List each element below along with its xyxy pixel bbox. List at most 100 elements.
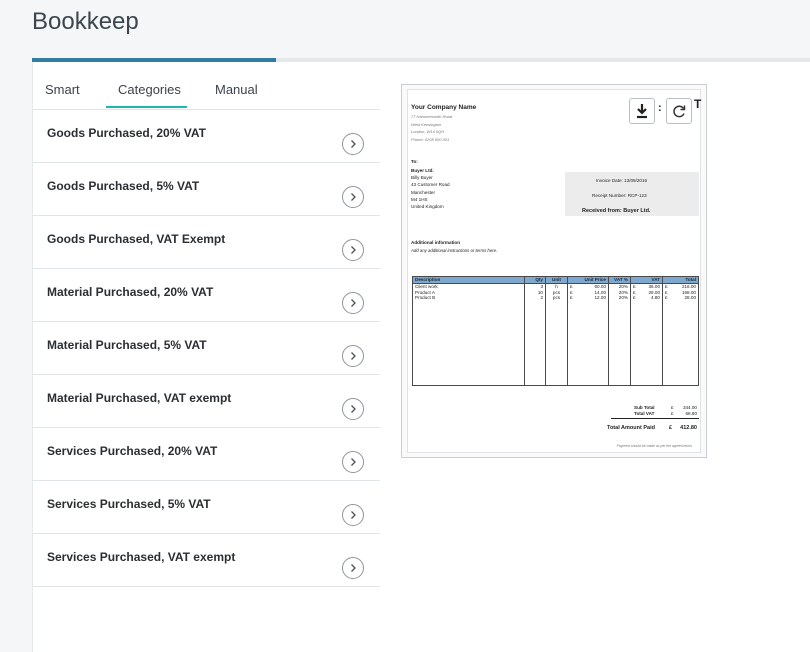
category-select-button[interactable] — [342, 186, 364, 208]
cell-value: 12.00 — [594, 295, 607, 300]
chevron-right-icon — [351, 511, 356, 519]
additional-info-title: Additional information — [411, 240, 460, 245]
cell-value: 28.00 — [648, 289, 661, 295]
download-icon — [637, 104, 647, 119]
subtotal-value: 344.00 — [682, 405, 697, 410]
cell-value: 14.00 — [594, 289, 607, 295]
empty-cell — [567, 300, 609, 386]
category-label: Material Purchased, 5% VAT — [47, 338, 207, 352]
col-vat: VAT — [630, 276, 663, 284]
receipt-document: Your Company Name 77 Hammersmith Road We… — [407, 89, 701, 453]
download-button[interactable] — [629, 98, 655, 124]
category-item[interactable]: Services Purchased, VAT exempt — [33, 534, 380, 587]
tab-bar: Smart Categories Manual — [33, 62, 380, 110]
category-select-button[interactable] — [342, 345, 364, 367]
category-select-button[interactable] — [342, 133, 364, 155]
category-label: Services Purchased, VAT exempt — [47, 550, 236, 564]
receipt-title: T — [694, 97, 702, 111]
receipt-panel: Your Company Name 77 Hammersmith Road We… — [380, 62, 810, 652]
line-items-table: Description Qty Unit Unit Price VAT % VA… — [412, 276, 699, 386]
receipt-preview: Your Company Name 77 Hammersmith Road We… — [401, 84, 707, 458]
cell-value: 168.00 — [681, 289, 696, 295]
company-address: 77 Hammersmith Road West Kensington Lond… — [411, 114, 453, 142]
col-qty: Qty — [524, 276, 546, 284]
title-fragment: : — [658, 102, 662, 114]
currency-symbol: £ — [665, 295, 668, 300]
chevron-right-icon — [351, 458, 356, 466]
cell-value: 60.00 — [594, 284, 607, 289]
category-item[interactable]: Goods Purchased, 20% VAT — [33, 110, 380, 163]
cell-value: 4.80 — [651, 295, 660, 300]
receipt-meta-box: Invoice Date: 13/09/2016 Receipt Number:… — [565, 172, 699, 216]
category-item[interactable]: Goods Purchased, VAT Exempt — [33, 216, 380, 269]
received-from: Received from: Buyer Ltd. — [582, 208, 651, 214]
tab-categories[interactable]: Categories — [118, 82, 181, 97]
chevron-right-icon — [351, 352, 356, 360]
col-vat-pct: VAT % — [608, 276, 631, 284]
empty-cell — [524, 300, 546, 386]
category-select-button[interactable] — [342, 398, 364, 420]
chevron-right-icon — [351, 299, 356, 307]
empty-cell — [662, 300, 699, 386]
total-vat-value: 68.80 — [685, 411, 698, 416]
totals-divider — [611, 418, 699, 419]
subtotal-label: Sub Total — [634, 405, 655, 410]
additional-info-text: Add any additional instructions or terms… — [411, 248, 498, 253]
rotate-button[interactable] — [666, 98, 692, 124]
tab-manual[interactable]: Manual — [215, 82, 258, 97]
category-item[interactable]: Services Purchased, 20% VAT — [33, 428, 380, 481]
category-label: Material Purchased, VAT exempt — [47, 391, 232, 405]
cell-value: 36.00 — [648, 284, 661, 289]
col-unit-price: Unit Price — [567, 276, 609, 284]
footer-note: Payment should be made as per the agreed… — [616, 444, 692, 448]
category-label: Goods Purchased, 20% VAT — [47, 126, 206, 140]
chevron-right-icon — [351, 246, 356, 254]
col-total: Total — [662, 276, 699, 284]
currency-symbol: £ — [570, 295, 573, 300]
category-select-button[interactable] — [342, 504, 364, 526]
total-paid-value: 412.80 — [680, 425, 697, 431]
empty-cell — [608, 300, 631, 386]
rotate-icon — [673, 105, 686, 118]
category-label: Services Purchased, 20% VAT — [47, 444, 218, 458]
category-label: Goods Purchased, 5% VAT — [47, 179, 200, 193]
category-list: Goods Purchased, 20% VAT Goods Purchased,… — [33, 110, 380, 587]
total-vat-label: Total VAT — [634, 411, 655, 416]
chevron-right-icon — [351, 405, 356, 413]
category-item[interactable]: Goods Purchased, 5% VAT — [33, 163, 380, 216]
app-title: Bookkeep — [32, 8, 139, 35]
buyer-address: Buyer Ltd. Billy Buyer 43 Customer Road … — [411, 168, 450, 210]
currency-symbol: £ — [633, 295, 636, 300]
category-panel: Smart Categories Manual Goods Purchased,… — [32, 62, 381, 652]
chevron-right-icon — [351, 193, 356, 201]
category-item[interactable]: Material Purchased, VAT exempt — [33, 375, 380, 428]
category-select-button[interactable] — [342, 292, 364, 314]
category-item[interactable]: Material Purchased, 20% VAT — [33, 269, 380, 322]
category-item[interactable]: Services Purchased, 5% VAT — [33, 481, 380, 534]
cell-value: 28.00 — [684, 295, 697, 300]
category-select-button[interactable] — [342, 557, 364, 579]
category-item[interactable]: Material Purchased, 5% VAT — [33, 322, 380, 375]
total-vat-currency: £ — [671, 411, 674, 416]
total-paid-currency: £ — [669, 425, 673, 431]
category-label: Goods Purchased, VAT Exempt — [47, 232, 226, 246]
empty-cell — [630, 300, 663, 386]
subtotal-currency: £ — [671, 405, 674, 410]
receipt-number: Receipt Number: RCP-123 — [592, 193, 647, 198]
invoice-date: Invoice Date: 13/09/2016 — [596, 178, 648, 183]
company-name: Your Company Name — [411, 104, 477, 111]
category-select-button[interactable] — [342, 239, 364, 261]
empty-cell — [545, 300, 568, 386]
category-label: Services Purchased, 5% VAT — [47, 497, 211, 511]
table-header-row: Description Qty Unit Unit Price VAT % VA… — [412, 276, 699, 284]
category-label: Material Purchased, 20% VAT — [47, 285, 214, 299]
table-empty-space — [412, 300, 699, 386]
cell-value: 216.00 — [681, 284, 696, 289]
total-paid-label: Total Amount Paid — [607, 425, 655, 431]
category-select-button[interactable] — [342, 451, 364, 473]
active-tab-indicator — [106, 106, 187, 108]
to-label: To: — [411, 159, 418, 164]
chevron-right-icon — [351, 140, 356, 148]
tab-smart[interactable]: Smart — [45, 82, 80, 97]
col-unit: Unit — [545, 276, 568, 284]
